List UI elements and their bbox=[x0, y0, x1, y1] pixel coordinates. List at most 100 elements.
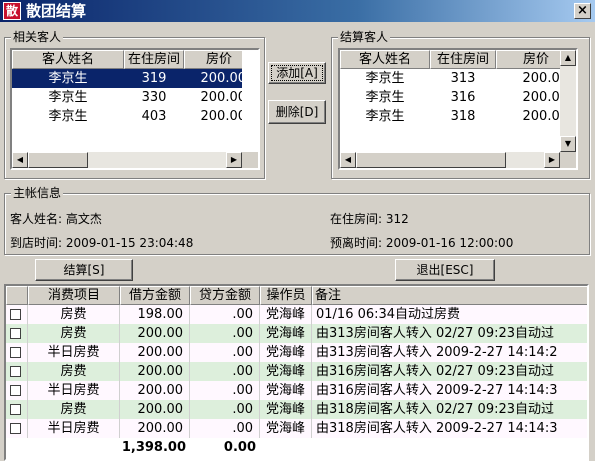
total-credit: 0.00 bbox=[223, 440, 256, 455]
operator-cell: 党海峰 bbox=[260, 381, 312, 400]
list-item[interactable]: 李京生 403 200.00 bbox=[12, 107, 242, 126]
depart-info: 预离时间: 2009-01-16 12:00:00 bbox=[330, 234, 513, 251]
item-cell: 半日房费 bbox=[28, 343, 120, 362]
credit-cell: .00 bbox=[190, 362, 260, 381]
operator-cell: 党海峰 bbox=[260, 343, 312, 362]
debit-cell: 198.00 bbox=[120, 305, 190, 324]
related-list-header: 客人姓名 在住房间 房价 bbox=[12, 50, 242, 69]
note-cell: 由318房间客人转入 2009-2-27 14:14:3 bbox=[312, 419, 587, 438]
checkout-button[interactable]: 结算[S] bbox=[35, 259, 133, 281]
col-price[interactable]: 房价 bbox=[496, 50, 560, 69]
row-checkbox-cell bbox=[6, 419, 28, 438]
row-checkbox-cell bbox=[6, 324, 28, 343]
item-cell: 房费 bbox=[28, 324, 120, 343]
room-number: 318 bbox=[450, 109, 476, 124]
row-checkbox[interactable] bbox=[10, 328, 21, 339]
col-item[interactable]: 消费项目 bbox=[28, 286, 120, 305]
col-guest-name[interactable]: 客人姓名 bbox=[340, 50, 430, 69]
row-checkbox-cell bbox=[6, 343, 28, 362]
delete-button[interactable]: 删除[D] bbox=[268, 100, 326, 124]
arrive-value: 2009-01-15 23:04:48 bbox=[65, 236, 194, 250]
table-row[interactable]: 半日房费 200.00 .00 党海峰 由313房间客人转入 2009-2-27… bbox=[6, 343, 587, 362]
horizontal-scrollbar[interactable]: ◀ ▶ bbox=[340, 152, 560, 168]
list-item[interactable]: 李京生 330 200.00 bbox=[12, 88, 242, 107]
horizontal-scrollbar[interactable]: ◀ ▶ bbox=[12, 152, 242, 168]
guest-name: 李京生 bbox=[12, 69, 124, 88]
scroll-right-icon[interactable]: ▶ bbox=[544, 152, 560, 168]
operator-cell: 党海峰 bbox=[260, 305, 312, 324]
scroll-left-icon[interactable]: ◀ bbox=[340, 152, 356, 168]
item-cell: 半日房费 bbox=[28, 381, 120, 400]
table-row[interactable]: 房费 198.00 .00 党海峰 01/16 06:34自动过房费 bbox=[6, 305, 587, 324]
room-label: 在住房间: bbox=[330, 212, 383, 226]
credit-cell: .00 bbox=[190, 419, 260, 438]
guest-name: 李京生 bbox=[365, 90, 405, 105]
col-check[interactable] bbox=[6, 286, 28, 305]
row-checkbox[interactable] bbox=[10, 385, 21, 396]
exit-button[interactable]: 退出[ESC] bbox=[395, 259, 495, 281]
debit-cell: 200.00 bbox=[120, 362, 190, 381]
list-item[interactable]: 李京生 316 200.00 bbox=[340, 88, 560, 107]
room-price: 200.00 bbox=[184, 69, 242, 88]
add-button[interactable]: 添加[A] bbox=[268, 62, 326, 84]
col-guest-name[interactable]: 客人姓名 bbox=[12, 50, 124, 69]
operator-cell: 党海峰 bbox=[260, 419, 312, 438]
operator-cell: 党海峰 bbox=[260, 400, 312, 419]
item-cell: 房费 bbox=[28, 362, 120, 381]
credit-cell: .00 bbox=[190, 343, 260, 362]
scroll-corner bbox=[242, 152, 258, 168]
guest-name: 李京生 bbox=[365, 109, 405, 124]
app-icon: 散 bbox=[3, 2, 21, 20]
table-row[interactable]: 房费 200.00 .00 党海峰 由313房间客人转入 02/27 09:23… bbox=[6, 324, 587, 343]
guest-name: 李京生 bbox=[365, 71, 405, 86]
table-row[interactable]: 房费 200.00 .00 党海峰 由316房间客人转入 02/27 09:23… bbox=[6, 362, 587, 381]
row-checkbox[interactable] bbox=[10, 423, 21, 434]
col-room[interactable]: 在住房间 bbox=[430, 50, 496, 69]
scroll-down-icon[interactable]: ▼ bbox=[560, 136, 576, 152]
row-checkbox[interactable] bbox=[10, 404, 21, 415]
scroll-thumb[interactable] bbox=[356, 152, 506, 168]
row-checkbox-cell bbox=[6, 305, 28, 324]
scroll-right-icon[interactable]: ▶ bbox=[226, 152, 242, 168]
list-item[interactable]: 李京生 313 200.00 bbox=[340, 69, 560, 88]
col-note[interactable]: 备注 bbox=[312, 286, 587, 305]
close-button[interactable]: × bbox=[574, 3, 591, 19]
vertical-scrollbar[interactable]: ▲ ▼ bbox=[560, 50, 576, 152]
depart-value: 2009-01-16 12:00:00 bbox=[385, 236, 514, 250]
credit-cell: .00 bbox=[190, 324, 260, 343]
arrive-info: 到店时间: 2009-01-15 23:04:48 bbox=[10, 234, 193, 251]
col-operator[interactable]: 操作员 bbox=[260, 286, 312, 305]
row-checkbox[interactable] bbox=[10, 366, 21, 377]
ledger-header: 消费项目 借方金额 贷方金额 操作员 备注 bbox=[6, 286, 587, 305]
col-debit[interactable]: 借方金额 bbox=[120, 286, 190, 305]
main-account-label: 主帐信息 bbox=[11, 186, 64, 200]
debit-cell: 200.00 bbox=[120, 324, 190, 343]
item-cell: 房费 bbox=[28, 400, 120, 419]
col-room[interactable]: 在住房间 bbox=[124, 50, 184, 69]
col-credit[interactable]: 贷方金额 bbox=[190, 286, 260, 305]
ledger-grid[interactable]: 消费项目 借方金额 贷方金额 操作员 备注 房费 198.00 .00 党海峰 … bbox=[4, 284, 589, 461]
scroll-up-icon[interactable]: ▲ bbox=[560, 50, 576, 66]
related-guests-list[interactable]: 客人姓名 在住房间 房价 李京生 319 200.00 李京生 330 200.… bbox=[10, 48, 260, 170]
guest-name-value: 高文杰 bbox=[65, 212, 102, 226]
total-spacer bbox=[6, 438, 120, 458]
row-checkbox-cell bbox=[6, 381, 28, 400]
note-cell: 由313房间客人转入 02/27 09:23自动过 bbox=[312, 324, 587, 343]
debit-cell: 200.00 bbox=[120, 343, 190, 362]
scroll-thumb[interactable] bbox=[28, 152, 88, 168]
scroll-left-icon[interactable]: ◀ bbox=[12, 152, 28, 168]
row-checkbox[interactable] bbox=[10, 347, 21, 358]
row-checkbox[interactable] bbox=[10, 309, 21, 320]
table-row[interactable]: 半日房费 200.00 .00 党海峰 由316房间客人转入 2009-2-27… bbox=[6, 381, 587, 400]
settle-guests-list[interactable]: 客人姓名 在住房间 房价 李京生 313 200.00 李京生 316 200.… bbox=[338, 48, 578, 170]
scroll-corner bbox=[560, 152, 576, 168]
list-item[interactable]: 李京生 318 200.00 bbox=[340, 107, 560, 126]
item-cell: 房费 bbox=[28, 305, 120, 324]
col-price[interactable]: 房价 bbox=[184, 50, 242, 69]
table-row[interactable]: 房费 200.00 .00 党海峰 由318房间客人转入 02/27 09:23… bbox=[6, 400, 587, 419]
table-row[interactable]: 半日房费 200.00 .00 党海峰 由318房间客人转入 2009-2-27… bbox=[6, 419, 587, 438]
arrive-label: 到店时间: bbox=[10, 236, 63, 250]
title-bar: 散 散团结算 × bbox=[0, 0, 595, 22]
credit-cell: .00 bbox=[190, 400, 260, 419]
list-item[interactable]: 李京生 319 200.00 bbox=[12, 69, 242, 88]
